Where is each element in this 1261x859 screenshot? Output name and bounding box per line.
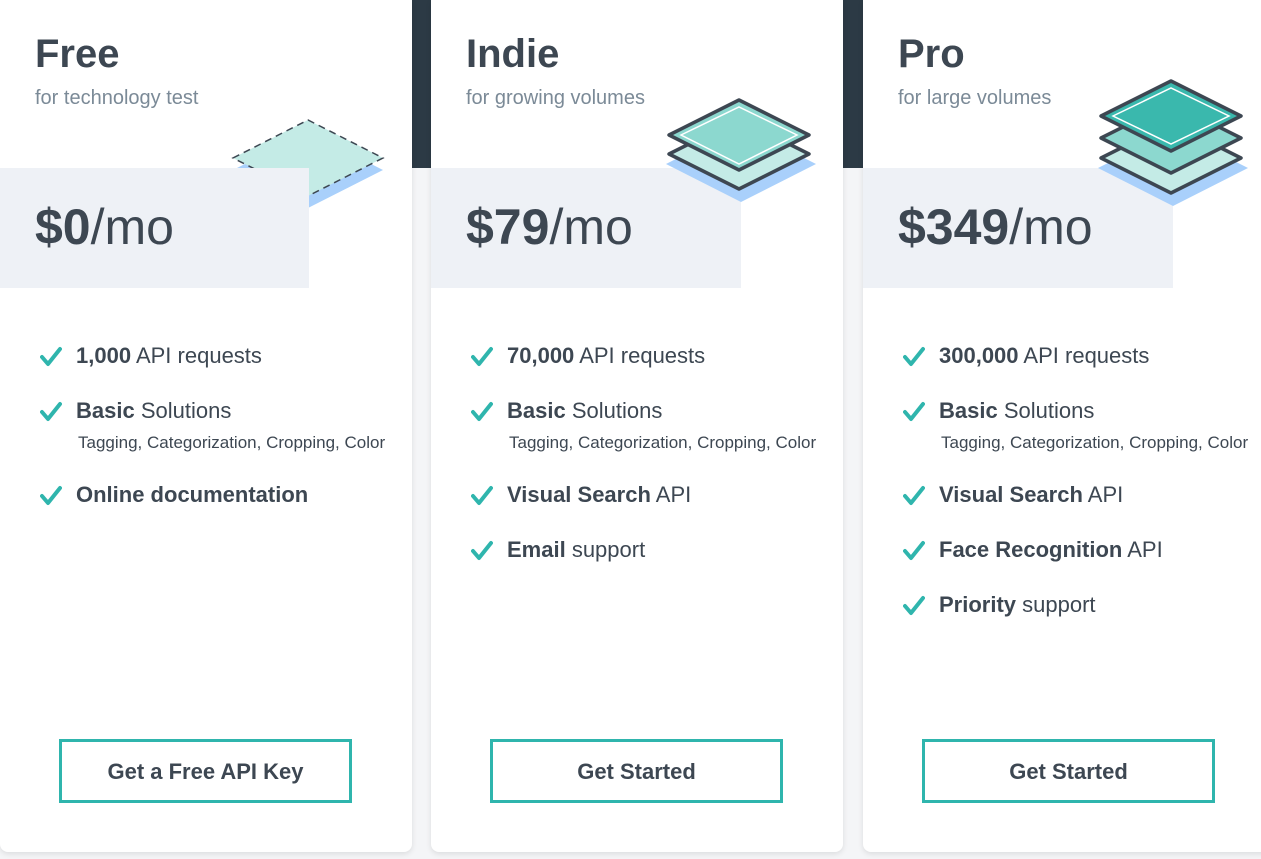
feature-highlight: 70,000 <box>507 343 575 368</box>
feature-detail: Tagging, Categorization, Cropping, Color <box>78 433 386 452</box>
feature-text: API <box>1122 537 1163 562</box>
feature-highlight: Email <box>507 537 566 562</box>
feature-highlight: Visual Search <box>507 482 651 507</box>
checkmark-icon <box>903 541 925 560</box>
feature-item: Face Recognition API <box>903 532 1253 568</box>
feature-text: support <box>1016 592 1096 617</box>
feature-text: API requests <box>131 343 262 368</box>
feature-text: Solutions <box>997 398 1095 423</box>
feature-item: Online documentation <box>40 477 390 513</box>
feature-list: 1,000 API requests Basic Solutions Taggi… <box>40 338 390 532</box>
feature-item: Email support <box>471 532 821 568</box>
feature-item: Visual Search API <box>471 477 821 513</box>
feature-highlight: Basic <box>507 398 566 423</box>
feature-list: 70,000 API requests Basic Solutions Tagg… <box>471 338 821 587</box>
price-amount: $79 <box>466 199 550 255</box>
feature-highlight: Basic <box>76 398 135 423</box>
price-period: /mo <box>549 199 633 255</box>
feature-text: Solutions <box>565 398 663 423</box>
checkmark-icon <box>471 486 493 505</box>
price-period: /mo <box>1009 199 1093 255</box>
feature-text: Solutions <box>134 398 232 423</box>
checkmark-icon <box>471 347 493 366</box>
plan-name: Free <box>35 32 120 76</box>
price: $349/mo <box>898 196 1093 258</box>
plan-name: Pro <box>898 32 965 76</box>
get-free-api-key-button[interactable]: Get a Free API Key <box>59 739 352 803</box>
feature-text: API <box>1082 482 1124 507</box>
feature-detail: Tagging, Categorization, Cropping, Color <box>509 433 817 452</box>
feature-item: Basic Solutions Tagging, Categorization,… <box>903 393 1253 458</box>
feature-item: 1,000 API requests <box>40 338 390 374</box>
feature-highlight: Basic <box>939 398 998 423</box>
checkmark-icon <box>40 402 62 421</box>
plan-subtitle: for growing volumes <box>466 87 645 109</box>
checkmark-icon <box>471 402 493 421</box>
price: $79/mo <box>466 196 633 258</box>
feature-item: Priority support <box>903 587 1253 623</box>
three-layer-stack-icon <box>1098 79 1248 206</box>
price-period: /mo <box>90 199 174 255</box>
feature-item: Visual Search API <box>903 477 1253 513</box>
feature-text: API requests <box>574 343 706 368</box>
feature-highlight: 300,000 <box>939 343 1019 368</box>
price-amount: $0 <box>35 199 91 255</box>
feature-text: API <box>650 482 692 507</box>
feature-item: Basic Solutions Tagging, Categorization,… <box>40 393 390 458</box>
feature-list: 300,000 API requests Basic Solutions Tag… <box>903 338 1253 642</box>
price-amount: $349 <box>898 199 1010 255</box>
feature-item: 70,000 API requests <box>471 338 821 374</box>
get-started-button[interactable]: Get Started <box>490 739 783 803</box>
feature-highlight: Online documentation <box>76 482 309 507</box>
feature-highlight: Visual Search <box>939 482 1083 507</box>
feature-highlight: Priority <box>939 592 1017 617</box>
feature-item: Basic Solutions Tagging, Categorization,… <box>471 393 821 458</box>
feature-highlight: Face Recognition <box>939 537 1123 562</box>
feature-detail: Tagging, Categorization, Cropping, Color <box>941 433 1249 452</box>
checkmark-icon <box>40 347 62 366</box>
checkmark-icon <box>903 596 925 615</box>
feature-text: support <box>565 537 646 562</box>
plan-name: Indie <box>466 32 560 76</box>
checkmark-icon <box>903 402 925 421</box>
checkmark-icon <box>903 347 925 366</box>
price: $0/mo <box>35 196 174 258</box>
feature-item: 300,000 API requests <box>903 338 1253 374</box>
plan-card-free: Free for technology test $0/mo 1,000 API… <box>0 0 412 852</box>
checkmark-icon <box>40 486 62 505</box>
checkmark-icon <box>903 486 925 505</box>
plan-card-pro: Pro for large volumes $349/mo 300,000 AP… <box>863 0 1261 852</box>
get-started-button[interactable]: Get Started <box>922 739 1215 803</box>
feature-text: API requests <box>1018 343 1150 368</box>
two-layer-stack-icon <box>666 98 816 202</box>
plan-subtitle: for large volumes <box>898 87 1052 109</box>
checkmark-icon <box>471 541 493 560</box>
plan-subtitle: for technology test <box>35 87 199 109</box>
feature-highlight: 1,000 <box>76 343 132 368</box>
plan-card-indie: Indie for growing volumes $79/mo 70,000 … <box>431 0 843 852</box>
